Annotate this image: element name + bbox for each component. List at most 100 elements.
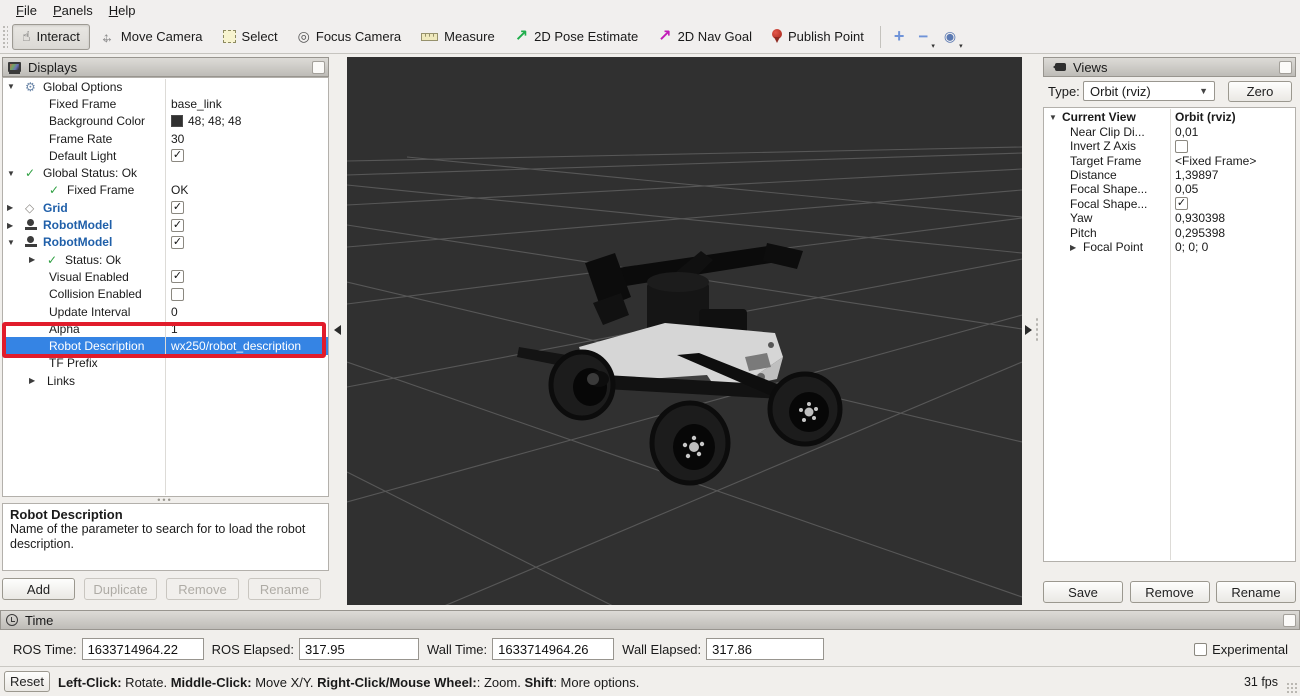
property-value[interactable]: wx250/robot_description: [165, 339, 328, 353]
help-text: : More options.: [553, 675, 639, 690]
property-value[interactable]: base_link: [165, 97, 328, 111]
toolbar-grip[interactable]: [2, 25, 8, 49]
displays-panel-close-button[interactable]: [312, 61, 325, 74]
view-type-value: Orbit (rviz): [1090, 84, 1151, 99]
property-value[interactable]: 0,01: [1170, 125, 1295, 139]
column-separator[interactable]: [165, 79, 166, 495]
remove-tool-dropdown-icon[interactable]: ▾: [931, 42, 935, 50]
help-bold: Left-Click:: [58, 675, 122, 690]
toolbar: ☝ Interact Move Camera Select ◎ Focus Ca…: [0, 20, 1300, 54]
expand-arrow-icon[interactable]: ▼: [7, 238, 25, 247]
grid-icon: ◇: [25, 201, 43, 215]
rename-view-button[interactable]: Rename: [1216, 581, 1296, 603]
property-value[interactable]: 30: [165, 132, 328, 146]
time-panel-title: Time: [25, 613, 53, 628]
save-view-button[interactable]: Save: [1043, 581, 1123, 603]
focus-camera-tool-button[interactable]: ◎ Focus Camera: [288, 24, 411, 50]
checkbox[interactable]: ✓: [1175, 197, 1188, 210]
property-value[interactable]: 0,295398: [1170, 226, 1295, 240]
menu-file[interactable]: File: [8, 2, 45, 19]
interact-tool-button[interactable]: ☝ Interact: [12, 24, 90, 50]
collapse-left-panel-arrow[interactable]: [334, 325, 341, 335]
menu-help[interactable]: Help: [101, 2, 144, 19]
ros-time-input[interactable]: [82, 638, 204, 660]
help-bold: Right-Click/Mouse Wheel:: [317, 675, 477, 690]
checkbox[interactable]: ✓: [171, 219, 184, 232]
property-name: Invert Z Axis: [1070, 139, 1136, 153]
help-text: : Zoom.: [477, 675, 525, 690]
wall-time-input[interactable]: [492, 638, 614, 660]
property-name: Near Clip Di...: [1070, 125, 1145, 139]
color-swatch[interactable]: [171, 115, 183, 127]
wall-elapsed-input[interactable]: [706, 638, 824, 660]
property-name: Current View: [1062, 110, 1136, 124]
menu-panels[interactable]: Panels: [45, 2, 101, 19]
checkbox[interactable]: [171, 288, 184, 301]
property-value[interactable]: 1,39897: [1170, 168, 1295, 182]
checkbox[interactable]: ✓: [171, 201, 184, 214]
expand-arrow-icon[interactable]: ▶: [7, 203, 25, 212]
ruler-icon: [421, 33, 438, 41]
pose-estimate-tool-button[interactable]: ↗ 2D Pose Estimate: [505, 24, 648, 50]
right-splitter-grip[interactable]: [1035, 317, 1040, 343]
time-panel-header[interactable]: Time: [0, 610, 1300, 630]
experimental-checkbox[interactable]: [1194, 643, 1207, 656]
checkbox[interactable]: ✓: [171, 270, 184, 283]
column-separator[interactable]: [1170, 109, 1171, 560]
expand-arrow-icon[interactable]: ▶: [1070, 243, 1083, 252]
displays-tree[interactable]: ▼⚙Global Options Fixed Frame base_link B…: [2, 77, 329, 497]
measure-tool-button[interactable]: Measure: [411, 24, 505, 50]
add-display-button[interactable]: Add: [2, 578, 75, 600]
remove-display-button[interactable]: Remove: [166, 578, 239, 600]
property-value[interactable]: 48; 48; 48: [188, 114, 241, 128]
expand-arrow-icon[interactable]: ▶: [29, 376, 47, 385]
view-type-dropdown[interactable]: Orbit (rviz) ▼: [1083, 81, 1215, 101]
zero-view-button[interactable]: Zero: [1228, 81, 1292, 102]
collapse-right-panel-arrow[interactable]: [1025, 325, 1032, 335]
expand-arrow-icon[interactable]: ▼: [1049, 113, 1062, 122]
ros-elapsed-input[interactable]: [299, 638, 419, 660]
expand-arrow-icon[interactable]: ▼: [7, 82, 25, 91]
reset-button[interactable]: Reset: [4, 671, 50, 692]
add-tool-button[interactable]: +: [887, 24, 912, 50]
map-pin-icon: [772, 29, 782, 44]
wall-time-label: Wall Time:: [427, 642, 487, 657]
time-panel-close-button[interactable]: [1283, 614, 1296, 627]
expand-arrow-icon[interactable]: ▼: [7, 169, 25, 178]
views-panel-header[interactable]: Views: [1043, 57, 1296, 77]
checkbox[interactable]: ✓: [171, 149, 184, 162]
status-bar: Reset Left-Click: Rotate. Middle-Click: …: [0, 666, 1300, 696]
property-value[interactable]: 0,05: [1170, 182, 1295, 196]
rename-display-button[interactable]: Rename: [248, 578, 321, 600]
property-value[interactable]: 0; 0; 0: [1170, 240, 1295, 254]
remove-view-button[interactable]: Remove: [1130, 581, 1210, 603]
window-resize-grip[interactable]: [1286, 682, 1298, 694]
help-body: Name of the parameter to search for to l…: [10, 522, 310, 553]
expand-arrow-icon[interactable]: ▶: [29, 255, 47, 264]
property-name: Global Options: [43, 80, 122, 94]
property-value[interactable]: 0,930398: [1170, 211, 1295, 225]
clock-icon: [6, 614, 18, 626]
chevron-down-icon: ▼: [1199, 86, 1208, 96]
experimental-label: Experimental: [1212, 642, 1288, 657]
select-tool-button[interactable]: Select: [213, 24, 288, 50]
property-value[interactable]: <Fixed Frame>: [1170, 154, 1295, 168]
experimental-toggle[interactable]: Experimental: [1194, 642, 1288, 657]
property-value[interactable]: 0: [165, 305, 328, 319]
monitor-icon: [8, 62, 21, 72]
visibility-dropdown-icon[interactable]: ▾: [959, 42, 963, 50]
views-panel-close-button[interactable]: [1279, 61, 1292, 74]
nav-goal-tool-button[interactable]: ↗ 2D Nav Goal: [648, 24, 762, 50]
property-value[interactable]: 1: [165, 322, 328, 336]
duplicate-display-button[interactable]: Duplicate: [84, 578, 157, 600]
displays-panel-header[interactable]: Displays: [2, 57, 329, 77]
property-name: Default Light: [49, 149, 116, 163]
move-camera-tool-button[interactable]: Move Camera: [90, 24, 213, 50]
property-value: OK: [165, 183, 328, 197]
expand-arrow-icon[interactable]: ▶: [7, 221, 25, 230]
views-tree[interactable]: ▼Current View Orbit (rviz) Near Clip Di.…: [1043, 107, 1296, 562]
publish-point-tool-button[interactable]: Publish Point: [762, 24, 874, 50]
checkbox[interactable]: ✓: [171, 236, 184, 249]
3d-viewport[interactable]: [347, 57, 1022, 605]
checkbox[interactable]: [1175, 140, 1188, 153]
